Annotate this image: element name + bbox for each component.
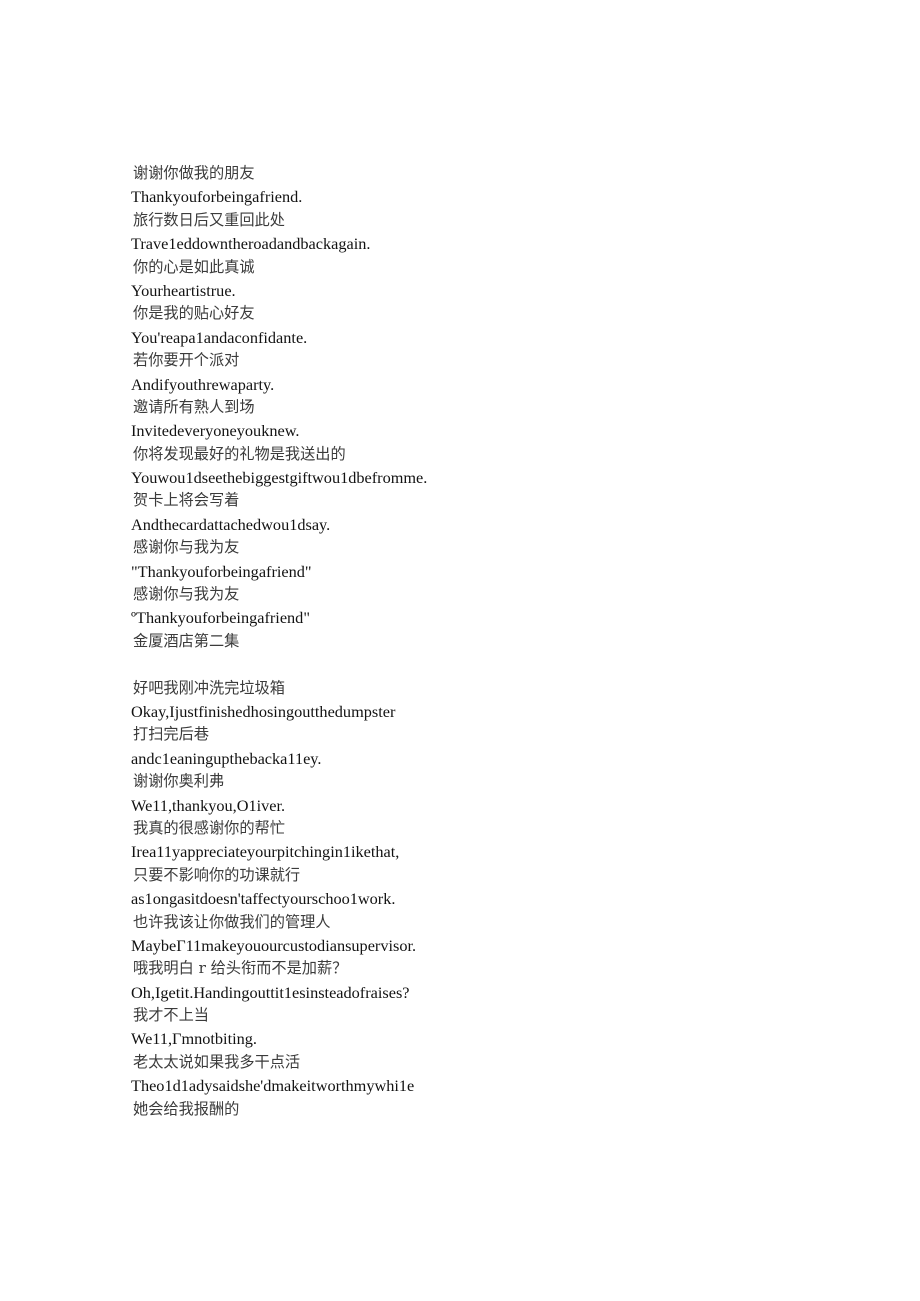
subtitle-line-english: MaybeΓ11makeyouourcustodiansupervisor.: [131, 935, 417, 955]
subtitle-line-english: Yourheartistrue.: [131, 280, 236, 300]
subtitle-line-chinese: 谢谢你做我的朋友: [133, 164, 255, 182]
subtitle-line-chinese: 邀请所有熟人到场: [133, 397, 255, 416]
subtitle-line-english: Andifyouthrewaparty.: [131, 374, 275, 394]
subtitle-text-column: 谢谢你做我的朋友 Thankyouforbeingafriend. 旅行数日后又重回…: [131, 162, 831, 1121]
subtitle-line-english: Invitedeveryoneyouknew.: [131, 421, 300, 441]
subtitle-line-chinese: 只要不影响你的功课就行: [133, 865, 301, 884]
subtitle-line-english: You'reapa1andaconfidante.: [131, 327, 308, 347]
subtitle-line-english: Youwou1dseethebiggestgiftwou1dbefromme.: [131, 468, 428, 488]
subtitle-line-chinese: 你的心是如此真诚: [133, 257, 255, 276]
subtitle-line-chinese: 感谢你与我为友: [133, 585, 240, 604]
subtitle-line-chinese: 若你要开个派对: [133, 351, 240, 370]
subtitle-line-chinese: 打扫完后巷: [133, 725, 209, 744]
subtitle-line-chinese: 我才不上当: [133, 1006, 209, 1025]
subtitle-line-english: Oh,Igetit.Handingouttit1esinsteadofraise…: [131, 982, 410, 1002]
subtitle-line-chinese: 我真的很感谢你的帮忙: [133, 818, 285, 837]
subtitle-line-english: andc1eaningupthebacka11ey.: [131, 748, 322, 768]
subtitle-line-chinese: 谢谢你奥利弗: [133, 772, 225, 791]
subtitle-line-chinese: 哦我明白 r 给头衔而不是加薪？: [133, 959, 348, 978]
subtitle-line-english: Okay,Ijustfinishedhosingoutthedumpster: [131, 701, 396, 721]
subtitle-line-english: Irea11yappreciateyourpitchingin1ikethat,: [131, 842, 400, 862]
subtitle-line-english: Thankyouforbeingafriend.: [131, 187, 303, 207]
document-page: 谢谢你做我的朋友 Thankyouforbeingafriend. 旅行数日后又重回…: [0, 0, 920, 1301]
subtitle-line-english: as1ongasitdoesn'taffectyourschoo1work.: [131, 889, 396, 909]
subtitle-line-english: We11,Γmnotbiting.: [131, 1029, 257, 1049]
subtitle-block: 谢谢你做我的朋友 Thankyouforbeingafriend. 旅行数日后又重回…: [131, 162, 831, 653]
subtitle-line-english: Trave1eddowntheroadandbackagain.: [131, 234, 371, 254]
subtitle-line-chinese: 好吧我刚冲洗完垃圾箱: [133, 678, 285, 697]
subtitle-line-english: ºThankyouforbeingafriend": [131, 608, 310, 628]
subtitle-line-chinese: 也许我该让你做我们的管理人: [133, 912, 331, 931]
subtitle-line-english: "Thankyouforbeingafriend": [131, 561, 312, 581]
subtitle-line-chinese: 你是我的贴心好友: [133, 304, 255, 323]
subtitle-block: 好吧我刚冲洗完垃圾箱 Okay,Ijustfinishedhosingoutthe…: [131, 677, 831, 1121]
subtitle-line-chinese: 老太太说如果我多干点活: [133, 1052, 301, 1071]
subtitle-line-english: Theo1d1adysaidshe'dmakeitworthmywhi1e: [131, 1076, 415, 1096]
subtitle-line-chinese: 贺卡上将会写着: [133, 491, 240, 510]
block-separator: [131, 653, 831, 676]
subtitle-line-chinese: 旅行数日后又重回此处: [133, 210, 285, 229]
subtitle-line-chinese: 你将发现最好的礼物是我送出的: [133, 444, 346, 463]
subtitle-line-english: Andthecardattachedwou1dsay.: [131, 514, 331, 534]
subtitle-line-chinese: 她会给我报酬的: [133, 1099, 240, 1118]
subtitle-line-chinese: 金厦酒店第二集: [133, 631, 240, 650]
subtitle-line-english: We11,thankyou,O1iver.: [131, 795, 286, 815]
subtitle-line-chinese: 感谢你与我为友: [133, 538, 240, 557]
